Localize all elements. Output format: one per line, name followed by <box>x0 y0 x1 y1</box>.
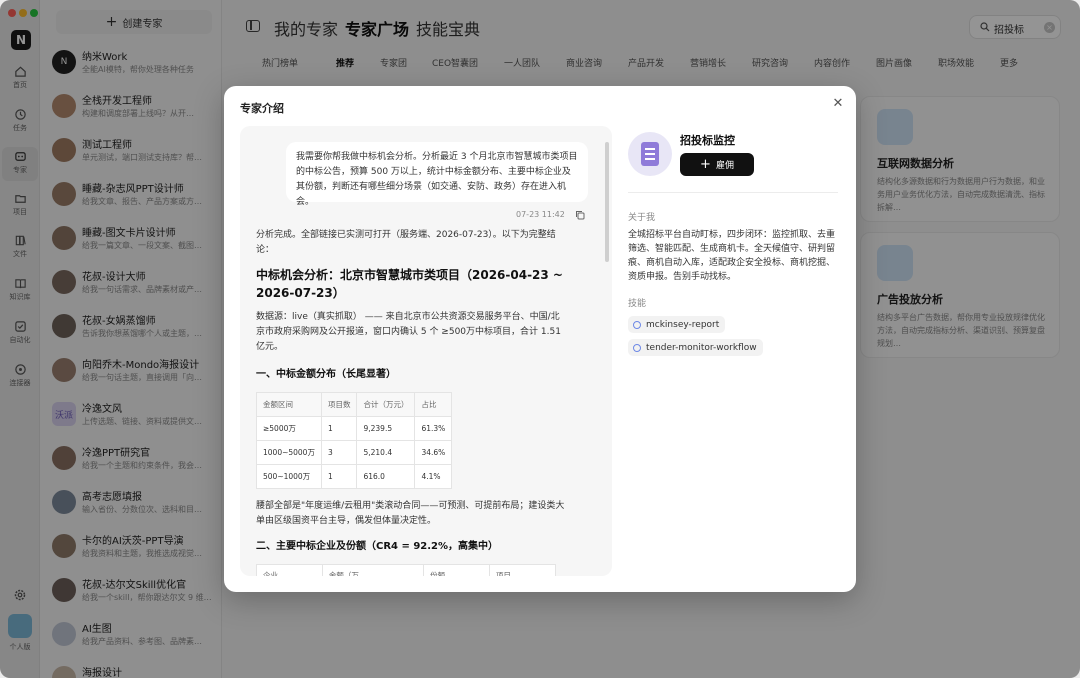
table-row: ≥5000万 1 9,239.5 61.3% <box>256 416 453 441</box>
link-icon <box>633 343 641 352</box>
hire-button[interactable]: + 雇佣 <box>680 153 754 176</box>
table-row: 500~1000万 1 616.0 4.1% <box>256 464 453 489</box>
clipboard-icon <box>628 132 672 176</box>
table-cell: 3 <box>320 440 358 465</box>
table-header-cell: 合计（万元） <box>356 392 416 417</box>
section-heading: 二、主要中标企业及份额（CR4 = 92.2%，高集中） <box>256 541 499 552</box>
table-cell: 1000~5000万 <box>256 440 322 465</box>
about-text: 全城招标平台自动盯标，四步闭环：监控抓取、去重筛选、智能匹配、生成商机卡。全天候… <box>628 230 836 282</box>
table-cell: ≥5000万 <box>256 416 322 441</box>
table-header-cell: 占比 <box>414 392 453 417</box>
reply-title: 中标机会分析：北京市智慧城市类项目（2026-04-23 ~ 2026-07-2… <box>256 268 563 300</box>
amount-distribution-table: 金额区间 项目数 合计（万元） 占比 ≥5000万 1 9,239.5 61.3% 1000~… <box>256 392 453 489</box>
table-cell: 9,239.5 <box>356 416 416 441</box>
skill-label: mckinsey-report <box>646 319 720 330</box>
expert-intro-dialog: 专家介绍 ✕ 我需要你帮我做中标机会分析。分析最近 3 个月北京市智慧城市类项目… <box>224 86 856 592</box>
analysis-note: 腰部全部是"年度运维/云租用"类滚动合同——可预测、可提前布局；建设类大单由区级… <box>256 501 565 526</box>
dialog-title: 专家介绍 <box>240 102 284 115</box>
plus-icon: + <box>700 157 711 172</box>
close-icon[interactable]: ✕ <box>830 96 846 112</box>
skill-tag[interactable]: mckinsey-report <box>628 316 726 333</box>
section-heading: 一、中标金额分布（长尾显著） <box>256 369 396 380</box>
table-header-cell: 项目数 <box>320 392 358 417</box>
skill-label: tender-monitor-workflow <box>646 342 757 353</box>
reply-intro: 分析完成。全部链接已实测可打开（服务端、2026-07-23）。以下为完整结论： <box>256 230 556 255</box>
table-header-cell: 项目 <box>489 564 556 576</box>
about-heading: 关于我 <box>628 213 656 223</box>
skills-heading: 技能 <box>628 299 647 309</box>
table-cell: 61.3% <box>414 416 453 441</box>
table-cell: 1 <box>320 416 358 441</box>
copy-icon[interactable] <box>575 210 585 220</box>
table-cell: 616.0 <box>356 464 416 489</box>
table-header-row: 企业 金额（万 份额 项目 <box>256 564 556 576</box>
app-window: N 首页 任务 专家 项目 文件 知识库 自动化 连接器 个人版 + 创建专家 … <box>0 0 1080 678</box>
table-body: ≥5000万 1 9,239.5 61.3% 1000~5000万 3 5,210.4 34.… <box>256 416 453 489</box>
table-cell: 34.6% <box>414 440 453 465</box>
link-icon <box>633 320 641 329</box>
table-cell: 1 <box>320 464 358 489</box>
table-header-cell: 金额区间 <box>256 392 322 417</box>
table-row: 1000~5000万 3 5,210.4 34.6% <box>256 440 453 465</box>
table-header-row: 金额区间 项目数 合计（万元） 占比 <box>256 392 453 417</box>
table-cell: 5,210.4 <box>356 440 416 465</box>
skill-tag[interactable]: tender-monitor-workflow <box>628 339 763 356</box>
message-time: 07-23 11:42 <box>516 210 565 219</box>
divider <box>628 192 838 193</box>
table-header-cell: 企业 <box>256 564 323 576</box>
table-cell: 500~1000万 <box>256 464 322 489</box>
expert-name: 招投标监控 <box>680 134 735 147</box>
table-header-cell: 金额（万 <box>321 564 425 576</box>
hire-label: 雇佣 <box>715 161 734 171</box>
table-header-cell: 份额 <box>423 564 491 576</box>
chat-preview: 我需要你帮我做中标机会分析。分析最近 3 个月北京市智慧城市类项目的中标公告，预… <box>240 126 612 576</box>
company-share-table: 企业 金额（万 份额 项目 <box>256 564 556 576</box>
clipboard-shape <box>641 142 659 166</box>
table-cell: 4.1% <box>414 464 453 489</box>
data-source-text: 数据源：live（真实抓取） —— 来自北京市公共资源交易服务平台、中国/北京市… <box>256 312 561 352</box>
assistant-reply: 分析完成。全部链接已实测可打开（服务端、2026-07-23）。以下为完整结论：… <box>256 228 568 576</box>
user-message: 我需要你帮我做中标机会分析。分析最近 3 个月北京市智慧城市类项目的中标公告，预… <box>286 142 588 207</box>
chat-scrollbar[interactable] <box>605 142 609 262</box>
